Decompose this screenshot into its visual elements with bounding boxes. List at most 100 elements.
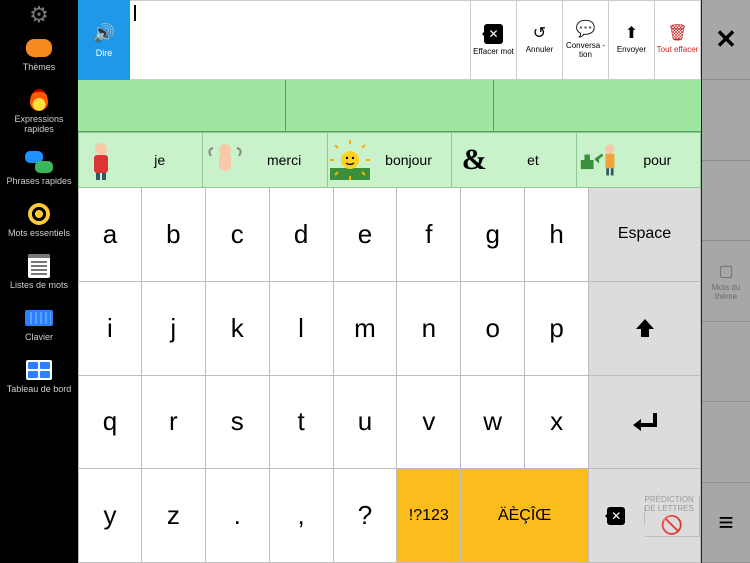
sidebar-label: Expressions rapides — [2, 114, 76, 134]
sidebar-item-phrases[interactable]: Phrases rapides — [0, 144, 78, 196]
bottom-right-group: ✕ PRÉDICTION DE LETTRES 🚫 — [589, 469, 701, 563]
key-s[interactable]: s — [206, 376, 270, 470]
key-q[interactable]: q — [78, 376, 142, 470]
key-j[interactable]: j — [142, 282, 206, 376]
key-y[interactable]: y — [78, 469, 142, 563]
sidebar-label: Mots essentiels — [8, 228, 70, 238]
message-bar: 🔊 Dire ✕ Effacer mot ↺ Annuler 💬 Convers… — [78, 0, 701, 80]
key-m[interactable]: m — [334, 282, 398, 376]
sidebar-item-keyboard[interactable]: Clavier — [0, 300, 78, 352]
message-textbox[interactable] — [130, 0, 471, 80]
speech-bubble-icon — [24, 36, 54, 60]
key-v[interactable]: v — [397, 376, 461, 470]
key-f[interactable]: f — [397, 188, 461, 282]
prediction-slot[interactable] — [286, 80, 494, 132]
key-e[interactable]: e — [334, 188, 398, 282]
sidebar-item-dashboard[interactable]: Tableau de bord — [0, 352, 78, 404]
prediction-slot[interactable] — [78, 80, 286, 132]
backspace-icon: ✕ — [484, 24, 502, 44]
say-button[interactable]: 🔊 Dire — [78, 0, 130, 80]
key-b[interactable]: b — [142, 188, 206, 282]
key-t[interactable]: t — [270, 376, 334, 470]
key-d[interactable]: d — [270, 188, 334, 282]
sidebar-label: Phrases rapides — [6, 176, 71, 186]
text-caret — [134, 5, 136, 21]
prediction-slot[interactable] — [494, 80, 701, 132]
send-button[interactable]: ⬆ Envoyer — [609, 0, 655, 80]
word-cell-merci[interactable]: merci — [203, 132, 327, 188]
undo-icon: ↺ — [533, 26, 546, 42]
right-empty-1 — [702, 80, 750, 160]
key-enter[interactable] — [589, 376, 701, 470]
key-backspace[interactable]: ✕ — [589, 507, 645, 525]
prediction-row-empty — [78, 80, 701, 132]
theme-words-button[interactable]: ▢ Mots du thème — [702, 241, 750, 321]
right-empty-4 — [702, 402, 750, 482]
dashboard-icon — [24, 358, 54, 382]
say-label: Dire — [96, 48, 113, 58]
right-empty-3 — [702, 322, 750, 402]
speaker-icon: 🔊 — [93, 23, 115, 44]
clear-all-button[interactable]: 🗑 Tout effacer — [655, 0, 701, 80]
key-w[interactable]: w — [461, 376, 525, 470]
sidebar-item-essential-words[interactable]: Mots essentiels — [0, 196, 78, 248]
word-cell-bonjour[interactable]: bonjour — [328, 132, 452, 188]
main-area: 🔊 Dire ✕ Effacer mot ↺ Annuler 💬 Convers… — [78, 0, 702, 563]
key-accents[interactable]: ÄÈÇÎŒ — [461, 469, 589, 563]
prediction-label: PRÉDICTION DE LETTRES — [645, 495, 700, 513]
word-label: bonjour — [372, 152, 449, 168]
prohibited-icon: 🚫 — [661, 515, 683, 536]
sidebar-label: Clavier — [25, 332, 53, 342]
key-o[interactable]: o — [461, 282, 525, 376]
word-label: je — [123, 152, 200, 168]
undo-button[interactable]: ↺ Annuler — [517, 0, 563, 80]
word-label: merci — [247, 152, 324, 168]
double-bubble-icon — [24, 150, 54, 174]
button-label: Annuler — [526, 45, 554, 54]
key-period[interactable]: . — [206, 469, 270, 563]
button-label: Conversa - tion — [563, 41, 608, 59]
notepad-icon — [24, 254, 54, 278]
target-icon — [24, 202, 54, 226]
key-numbers[interactable]: !?123 — [397, 469, 461, 563]
conversation-button[interactable]: 💬 Conversa - tion — [563, 0, 609, 80]
flame-icon — [24, 88, 54, 112]
enter-icon — [633, 411, 657, 433]
close-button[interactable]: ✕ — [702, 0, 750, 80]
key-h[interactable]: h — [525, 188, 589, 282]
key-l[interactable]: l — [270, 282, 334, 376]
word-cell-pour[interactable]: pour — [577, 132, 701, 188]
key-k[interactable]: k — [206, 282, 270, 376]
key-space[interactable]: Espace — [589, 188, 701, 282]
key-c[interactable]: c — [206, 188, 270, 282]
key-x[interactable]: x — [525, 376, 589, 470]
word-cell-je[interactable]: je — [78, 132, 203, 188]
keyboard-icon — [24, 306, 54, 330]
ampersand-icon: & — [454, 140, 494, 180]
delete-word-button[interactable]: ✕ Effacer mot — [471, 0, 517, 80]
button-label: Envoyer — [617, 45, 646, 54]
key-g[interactable]: g — [461, 188, 525, 282]
word-suggestion-row: je merci bonjour & et pour — [78, 132, 701, 188]
sidebar-label: Tableau de bord — [7, 384, 72, 394]
key-i[interactable]: i — [78, 282, 142, 376]
key-u[interactable]: u — [334, 376, 398, 470]
theme-words-label: Mots du thème — [702, 283, 750, 301]
key-n[interactable]: n — [397, 282, 461, 376]
key-comma[interactable]: , — [270, 469, 334, 563]
menu-button[interactable]: ≡ — [702, 483, 750, 563]
person-icon — [81, 140, 121, 180]
key-z[interactable]: z — [142, 469, 206, 563]
key-shift[interactable] — [589, 282, 701, 376]
word-cell-et[interactable]: & et — [452, 132, 576, 188]
key-p[interactable]: p — [525, 282, 589, 376]
sidebar-item-word-lists[interactable]: Listes de mots — [0, 248, 78, 300]
key-r[interactable]: r — [142, 376, 206, 470]
trash-icon: 🗑 — [667, 26, 687, 42]
key-a[interactable]: a — [78, 188, 142, 282]
sidebar-item-themes[interactable]: Thèmes — [0, 30, 78, 82]
sidebar-item-expressions[interactable]: Expressions rapides — [0, 82, 78, 144]
key-question[interactable]: ? — [334, 469, 398, 563]
settings-gear-icon[interactable]: ⚙ — [0, 0, 78, 30]
sidebar-label: Listes de mots — [10, 280, 68, 290]
